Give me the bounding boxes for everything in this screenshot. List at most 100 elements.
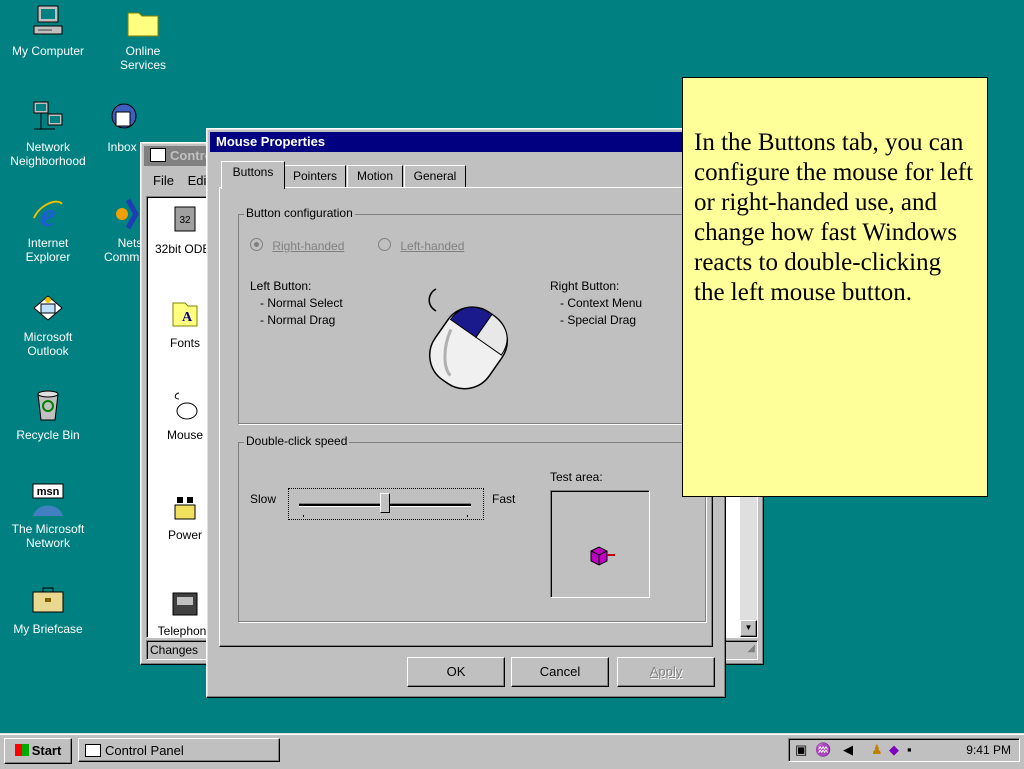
tab-pointers[interactable]: Pointers — [284, 165, 346, 188]
tab-label: General — [413, 169, 457, 183]
button-label: OK — [446, 664, 466, 679]
callout-text: In the Buttons tab, you can configure th… — [694, 129, 974, 306]
tab-general[interactable]: General — [404, 165, 466, 188]
control-panel-icon — [150, 148, 166, 162]
double-click-speed-slider[interactable] — [288, 488, 484, 520]
ok-button[interactable]: OK — [407, 657, 505, 687]
icon-label: Internet Explorer — [25, 236, 71, 264]
button-label: Apply — [649, 664, 683, 679]
jack-in-the-box-icon — [590, 546, 615, 566]
odbc-icon: 32 — [174, 206, 196, 232]
control-panel-menubar: File Edit — [153, 173, 210, 188]
right-handed-radio[interactable]: Right-handed — [250, 238, 344, 253]
desktop-icon-network-neighborhood[interactable]: Network Neighborhood — [3, 100, 93, 168]
icon-label: Recycle Bin — [16, 428, 80, 442]
icon-label: My Computer — [11, 44, 85, 58]
inbox-icon — [111, 103, 137, 129]
windows-logo-icon — [14, 744, 29, 756]
briefcase-icon — [32, 587, 64, 613]
volume-icon[interactable]: ◀ — [843, 742, 853, 758]
system-tray: ▣ ♒ ◀ ♟ ◆ ▪ 9:41 PM — [788, 738, 1020, 762]
svg-text:msn: msn — [37, 486, 60, 498]
network-icon — [33, 101, 63, 130]
power-icon — [174, 497, 196, 520]
test-area-box[interactable] — [550, 490, 650, 598]
slider-thumb[interactable] — [380, 493, 390, 513]
cancel-button[interactable]: Cancel — [511, 657, 609, 687]
network-tray-icon[interactable]: ♒ — [815, 742, 831, 758]
clock[interactable]: 9:41 PM — [966, 743, 1011, 757]
icon-label: Microsoft Outlook — [23, 330, 73, 358]
camera-icon[interactable]: ▪ — [907, 742, 912, 757]
desktop-icon-online-services[interactable]: Online Services — [98, 4, 188, 72]
size-grip-icon[interactable]: ◢ — [747, 640, 755, 658]
msn-icon: msn — [32, 483, 64, 516]
slider-tick — [467, 515, 468, 517]
tab-label: Motion — [356, 169, 394, 183]
left-button-title: Left Button: — [250, 279, 312, 293]
desktop-icon-msn[interactable]: msn The Microsoft Network — [3, 482, 93, 550]
button-config-legend: Button configuration — [244, 206, 355, 220]
mouse-illustration-icon — [428, 288, 509, 390]
desktop-icon-my-computer[interactable]: My Computer — [3, 4, 93, 58]
svg-text:32: 32 — [179, 215, 191, 226]
right-button-title: Right Button: — [550, 279, 620, 293]
slider-tick — [303, 515, 304, 517]
icon-label: My Briefcase — [13, 622, 83, 636]
desktop-icon-internet-explorer[interactable]: e Internet Explorer — [3, 196, 93, 264]
radio-label: Left-handed — [400, 239, 465, 253]
desktop-icon-outlook[interactable]: Microsoft Outlook — [3, 290, 93, 358]
user-icon[interactable]: ♟ — [871, 742, 883, 758]
start-button[interactable]: Start — [4, 738, 72, 764]
left-button-item: - Normal Select — [260, 296, 343, 310]
chat-icon[interactable]: ◆ — [889, 742, 899, 758]
left-button-info: Left Button: - Normal Select - Normal Dr… — [250, 278, 343, 329]
menu-file[interactable]: File — [153, 173, 174, 188]
start-label: Start — [31, 743, 62, 758]
icon-label: Netscape Communicator — [103, 236, 146, 264]
apply-button[interactable]: Apply — [617, 657, 715, 687]
icon-label: Inbox — [107, 140, 137, 154]
scroll-down-button[interactable]: ▼ — [740, 620, 757, 637]
desktop-icon-inbox[interactable]: Inbox — [98, 100, 146, 154]
right-button-info: Right Button: - Context Menu - Special D… — [550, 278, 642, 329]
mouse-icon — [174, 392, 198, 420]
right-button-item: - Context Menu — [560, 296, 643, 310]
icon-label: Online Services — [119, 44, 166, 72]
tab-page: Button configuration Right-handed Left-h… — [219, 187, 713, 647]
left-handed-radio[interactable]: Left-handed — [378, 238, 464, 253]
tab-motion[interactable]: Motion — [347, 165, 403, 188]
internet-explorer-icon: e — [33, 197, 63, 232]
desktop-icon-netscape[interactable]: Netscape Communicator — [98, 196, 146, 286]
radio-label: Right-handed — [272, 239, 345, 253]
lock-icon[interactable]: ▣ — [795, 742, 807, 758]
tab-label: Pointers — [292, 169, 338, 183]
fast-label: Fast — [492, 492, 516, 506]
icon-label: The Microsoft Network — [11, 522, 85, 550]
slow-label: Slow — [250, 492, 277, 506]
status-text: Changes — [150, 643, 199, 657]
telephony-icon — [172, 592, 198, 616]
radio-empty-icon — [378, 238, 391, 251]
desktop-icon-recycle-bin[interactable]: Recycle Bin — [3, 388, 93, 442]
control-panel-icon — [85, 744, 101, 757]
mouse-properties-dialog[interactable]: Mouse Properties ? × Buttons Pointers Mo… — [206, 128, 726, 698]
left-button-item: - Normal Drag — [260, 313, 336, 327]
taskbar-item-control-panel[interactable]: Control Panel — [78, 738, 280, 762]
recycle-bin-icon — [37, 390, 59, 421]
taskbar: Start Control Panel ▣ ♒ ◀ ♟ ◆ ▪ 9:41 PM — [0, 733, 1024, 769]
netscape-icon — [116, 198, 139, 230]
folder-icon — [127, 12, 159, 37]
fonts-icon: A — [172, 302, 198, 327]
dialog-title: Mouse Properties — [216, 134, 326, 149]
computer-icon — [33, 5, 63, 35]
tab-buttons[interactable]: Buttons — [221, 161, 285, 189]
explanation-callout: In the Buttons tab, you can configure th… — [682, 77, 988, 497]
icon-label: Network Neighborhood — [10, 140, 86, 168]
mouse-properties-titlebar[interactable]: Mouse Properties ? × — [210, 132, 722, 152]
button-label: Cancel — [539, 664, 581, 679]
test-area-label: Test area: — [550, 470, 603, 484]
desktop-icon-my-briefcase[interactable]: My Briefcase — [3, 582, 93, 636]
right-button-item: - Special Drag — [560, 313, 637, 327]
outlook-icon — [33, 295, 63, 321]
